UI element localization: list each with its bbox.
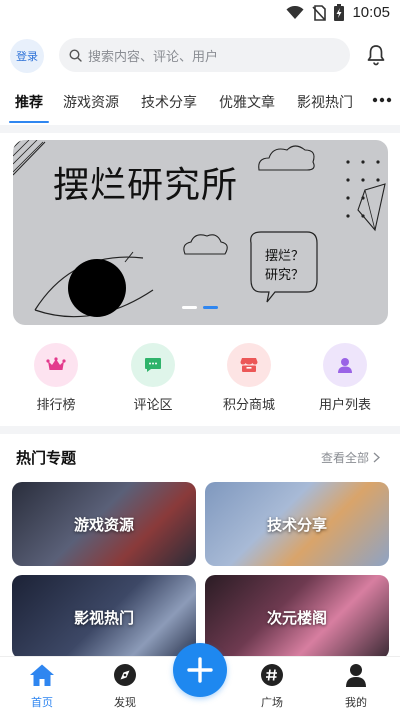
view-all-label: 查看全部 (321, 451, 370, 465)
battery-charging-icon (334, 4, 345, 21)
bubble-line-1: 摆烂？ (265, 249, 305, 264)
nav-label: 我的 (345, 696, 367, 709)
nav-profile[interactable]: 我的 (326, 663, 386, 710)
comments-icon-circle (131, 343, 175, 387)
user-icon (338, 358, 352, 373)
search-input[interactable]: 搜索内容、评论、用户 (59, 38, 350, 72)
bubble-line-2: 研究？ (265, 268, 305, 283)
search-placeholder: 搜索内容、评论、用户 (88, 49, 219, 65)
plus-icon (187, 657, 213, 683)
ranking-icon-circle (34, 343, 78, 387)
topic-card-label: 技术分享 (266, 515, 327, 534)
status-icons: 10:05 (286, 4, 390, 21)
wifi-icon (286, 5, 304, 19)
topic-card-hot-movies[interactable]: 影视热门 (12, 575, 196, 659)
person-icon (346, 664, 366, 687)
topic-card-tech-share[interactable]: 技术分享 (205, 482, 389, 566)
create-post-button[interactable] (173, 643, 227, 697)
view-all-link[interactable]: 查看全部 (321, 449, 380, 466)
bell-icon[interactable] (364, 43, 388, 67)
banner-carousel[interactable]: 摆烂研究所 摆烂？ 研究？ (13, 140, 388, 325)
quick-link-label: 积分商城 (222, 398, 275, 413)
nav-label: 首页 (31, 696, 53, 709)
tab-elegant-articles[interactable]: 优雅文章 (219, 92, 275, 112)
topic-card-game-resources[interactable]: 游戏资源 (12, 482, 196, 566)
banner-bubble-text: 摆烂？ 研究？ (265, 247, 304, 285)
status-time: 10:05 (352, 4, 390, 21)
tab-tech-share[interactable]: 技术分享 (141, 92, 197, 112)
section-divider (0, 426, 400, 434)
nav-discover[interactable]: 发现 (95, 663, 155, 710)
nav-home[interactable]: 首页 (12, 663, 72, 710)
topic-card-anime[interactable]: 次元楼阁 (205, 575, 389, 659)
no-sim-icon (312, 4, 327, 21)
chevron-right-icon (373, 452, 380, 463)
store-icon (240, 358, 258, 372)
user-icon-circle (323, 343, 367, 387)
store-icon-circle (227, 343, 271, 387)
status-bar: 10:05 (0, 0, 400, 28)
carousel-indicator (182, 306, 218, 309)
hashtag-icon (261, 664, 283, 686)
active-tab-indicator (9, 121, 49, 123)
tab-recommend[interactable]: 推荐 (15, 92, 43, 112)
category-tabs: 推荐 游戏资源 技术分享 优雅文章 影视热门 (0, 84, 400, 124)
search-icon (69, 48, 82, 62)
quick-link-label: 用户列表 (318, 398, 371, 413)
carousel-dot-active[interactable] (203, 306, 218, 309)
topic-card-label: 次元楼阁 (266, 608, 327, 627)
login-button[interactable]: 登录 (10, 39, 44, 73)
quick-link-label: 评论区 (133, 398, 173, 413)
topic-card-label: 影视热门 (73, 608, 134, 627)
hot-topics-title: 热门专题 (16, 449, 77, 467)
section-divider (0, 125, 400, 133)
quick-link-user-list[interactable]: 用户列表 (305, 343, 385, 413)
quick-link-ranking[interactable]: 排行榜 (16, 343, 96, 413)
home-icon (30, 664, 54, 686)
nav-label: 发现 (114, 696, 136, 709)
more-icon[interactable] (372, 95, 392, 105)
banner-title: 摆烂研究所 (53, 165, 239, 206)
chat-icon (145, 358, 161, 372)
quick-link-label: 排行榜 (36, 398, 76, 413)
compass-icon (114, 664, 136, 686)
topic-card-label: 游戏资源 (73, 515, 134, 534)
header: 登录 搜索内容、评论、用户 (0, 36, 400, 74)
nav-label: 广场 (261, 696, 283, 709)
quick-links: 排行榜 评论区 积分商城 用户列表 (0, 343, 400, 418)
tab-hot-movies[interactable]: 影视热门 (297, 92, 353, 112)
quick-link-comments[interactable]: 评论区 (113, 343, 193, 413)
crown-icon (46, 357, 66, 370)
carousel-dot[interactable] (182, 306, 197, 309)
nav-square[interactable]: 广场 (242, 663, 302, 710)
tab-game-resources[interactable]: 游戏资源 (63, 92, 119, 112)
quick-link-points-store[interactable]: 积分商城 (209, 343, 289, 413)
